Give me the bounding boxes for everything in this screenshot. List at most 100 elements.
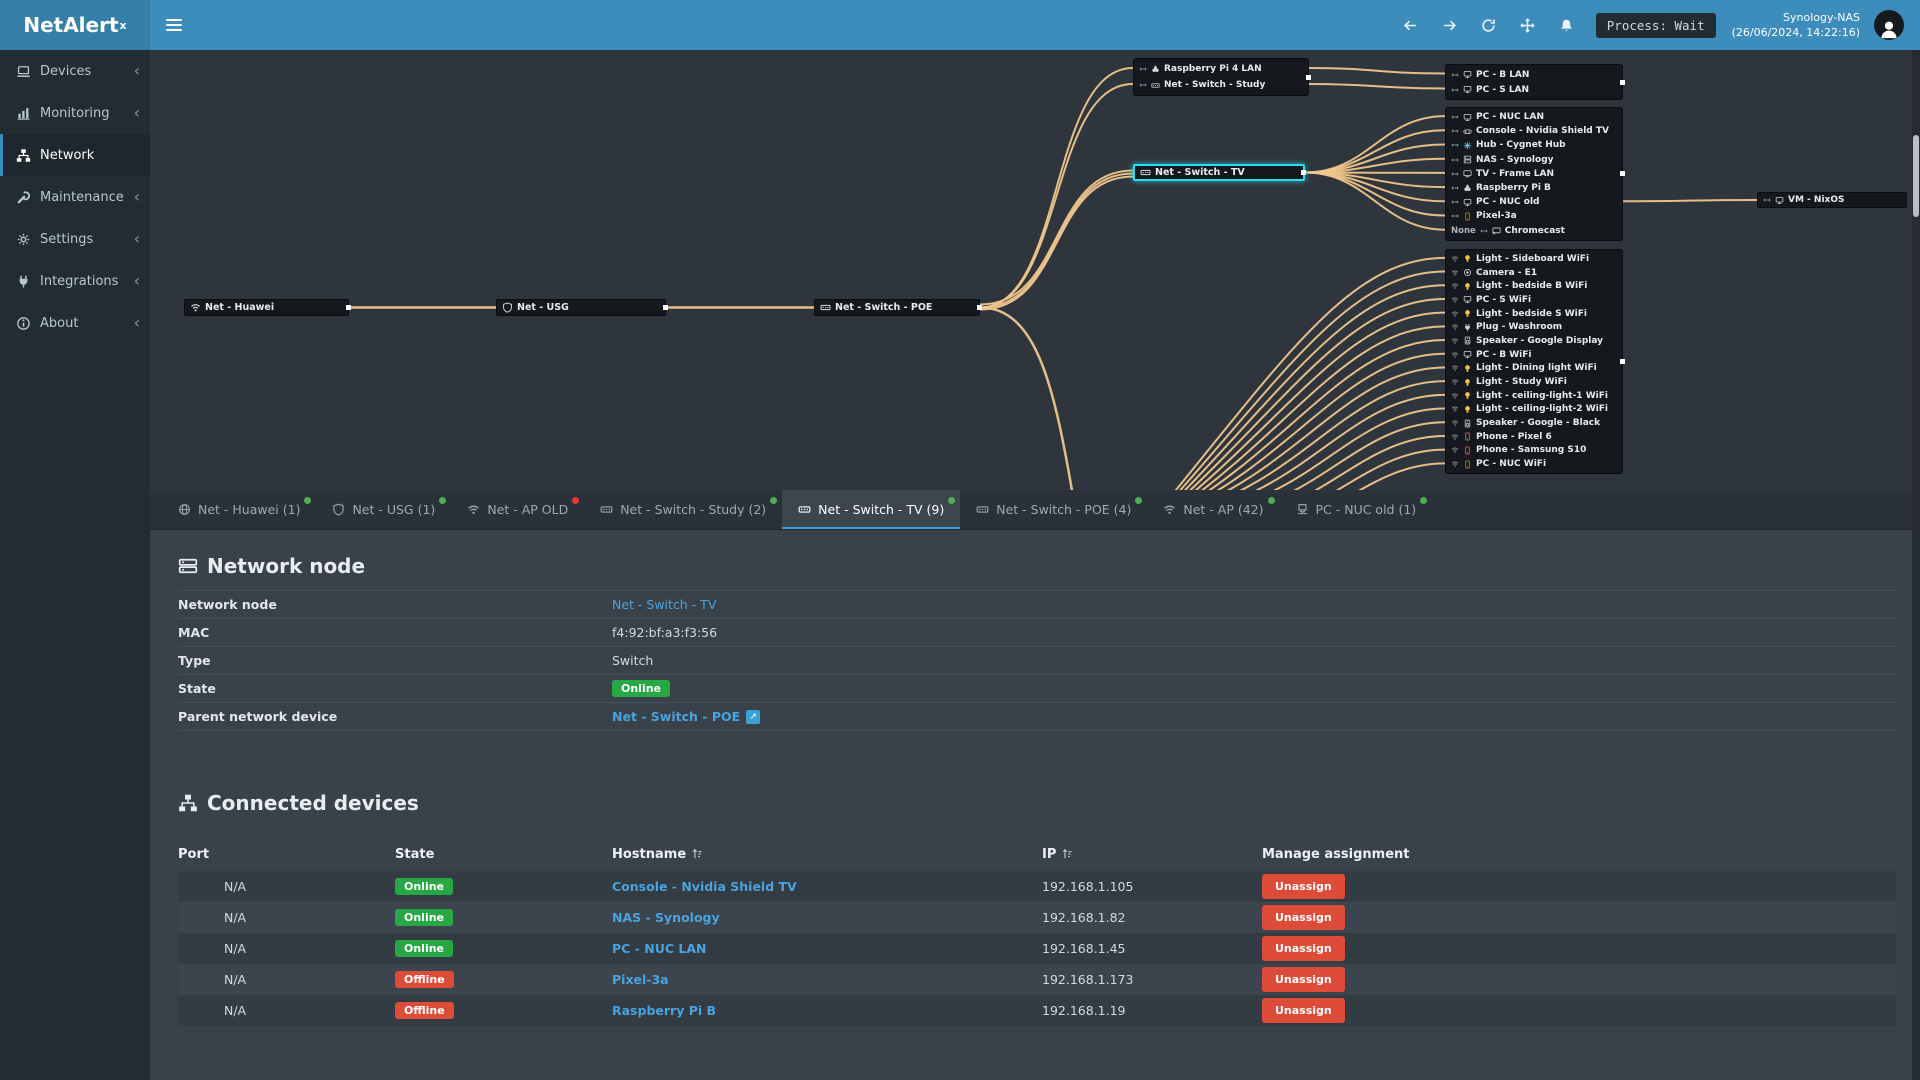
column-header-ip[interactable]: IP: [1042, 847, 1262, 862]
node-link[interactable]: Net - Switch - TV: [612, 597, 716, 612]
unassign-button[interactable]: Unassign: [1262, 905, 1345, 930]
sidebar-item-devices[interactable]: Devices ‹: [0, 50, 150, 92]
device-link[interactable]: NAS - Synology: [612, 910, 720, 925]
device-link[interactable]: PC - NUC LAN: [612, 941, 706, 956]
topology-node-light-dining-light-wifi[interactable]: Light - Dining light WiFi: [1446, 362, 1622, 376]
topology-node-light-study-wifi[interactable]: Light - Study WiFi: [1446, 375, 1622, 389]
topology-node-camera-e1[interactable]: Camera - E1: [1446, 266, 1622, 280]
sidebar-item-integrations[interactable]: Integrations ‹: [0, 260, 150, 302]
unassign-button[interactable]: Unassign: [1262, 936, 1345, 961]
tab-net-switch-poe-4[interactable]: Net - Switch - POE (4): [960, 490, 1147, 529]
app-logo[interactable]: NetAlert x: [0, 0, 150, 50]
topology-node-light-ceiling-light-2-wifi[interactable]: Light - ceiling-light-2 WiFi: [1446, 403, 1622, 417]
refresh-button[interactable]: [1481, 18, 1496, 33]
topology-node-net-switch-tv[interactable]: Net - Switch - TV: [1133, 164, 1306, 181]
table-row: N/A Online PC - NUC LAN 192.168.1.45 Unassig…: [178, 933, 1896, 964]
topology-node-raspberry-pi-b[interactable]: Raspberry Pi B: [1446, 181, 1622, 195]
node-label: Chromecast: [1504, 225, 1565, 236]
scrollbar[interactable]: [1912, 50, 1920, 1080]
scrollbar-thumb[interactable]: [1913, 135, 1919, 217]
topology-node-pc-nuc-wifi[interactable]: PC - NUC WiFi: [1446, 457, 1622, 471]
server-info: Synology-NAS (26/06/2024, 14:22:16): [1732, 10, 1860, 41]
table-row: N/A Online Console - Nvidia Shield TV 192.1…: [178, 871, 1896, 902]
sidebar-item-label: Network: [40, 147, 95, 163]
sidebar-item-network[interactable]: Network: [0, 134, 150, 176]
topology-group-tv-devices: PC - NUC LAN Console - Nvidia Shield TV Hu…: [1445, 107, 1625, 241]
bulb-icon: [1465, 378, 1470, 386]
topology-node-speaker-google-black[interactable]: Speaker - Google - Black: [1446, 416, 1622, 430]
sidebar-item-maintenance[interactable]: Maintenance ‹: [0, 176, 150, 218]
monitoring-icon: [17, 107, 30, 120]
topology-node-speaker-google-display[interactable]: Speaker - Google Display: [1446, 334, 1622, 348]
move-button[interactable]: [1520, 17, 1535, 33]
topology-node-hub-cygnet-hub[interactable]: Hub - Cygnet Hub: [1446, 138, 1622, 152]
topology-node-net-switch-study[interactable]: Net - Switch - Study: [1134, 77, 1308, 93]
device-link[interactable]: Pixel-3a: [612, 972, 669, 987]
tab-pc-nuc-old-1[interactable]: PC - NUC old (1): [1280, 490, 1433, 529]
topology-node-pixel-3a[interactable]: Pixel-3a: [1446, 209, 1622, 223]
wifi-icon: [1451, 311, 1459, 317]
topology-node-pc-nuc-lan[interactable]: PC - NUC LAN: [1446, 110, 1622, 124]
topology-links: [347, 67, 1758, 490]
cell-port: N/A: [224, 910, 247, 925]
parent-node-link[interactable]: Net - Switch - POE: [612, 709, 740, 724]
user-avatar[interactable]: [1874, 10, 1904, 40]
topology-node-chromecast[interactable]: None Chromecast: [1446, 224, 1622, 238]
column-header-hostname[interactable]: Hostname: [612, 847, 1042, 862]
status-dot: [948, 497, 956, 504]
topology-node-tv-frame-lan[interactable]: TV - Frame LAN: [1446, 167, 1622, 181]
topology-node-light-bedside-s-wifi[interactable]: Light - bedside S WiFi: [1446, 307, 1622, 321]
topology-node-light-ceiling-light-1-wifi[interactable]: Light - ceiling-light-1 WiFi: [1446, 389, 1622, 403]
tab-net-huawei-1[interactable]: Net - Huawei (1): [162, 490, 316, 529]
link-icon: [1451, 186, 1459, 190]
menu-icon[interactable]: [150, 0, 198, 50]
app-title-sup: x: [119, 18, 127, 32]
device-link[interactable]: Raspberry Pi B: [612, 1003, 716, 1018]
topology-node-phone-samsung-s10[interactable]: Phone - Samsung S10: [1446, 444, 1622, 458]
tab-label: Net - USG (1): [352, 502, 436, 517]
shield-icon: [333, 503, 345, 516]
cell-ip: 192.168.1.173: [1042, 972, 1134, 987]
topology-node-light-sideboard-wifi[interactable]: Light - Sideboard WiFi: [1446, 252, 1622, 266]
tab-net-switch-study-2[interactable]: Net - Switch - Study (2): [584, 490, 782, 529]
external-link-icon[interactable]: ↗: [746, 709, 761, 724]
topology-node-console-nvidia-shield-tv[interactable]: Console - Nvidia Shield TV: [1446, 124, 1622, 138]
topology-node-net-usg[interactable]: Net - USG: [496, 299, 668, 316]
unassign-button[interactable]: Unassign: [1262, 967, 1345, 992]
topology-node-pc-b-lan[interactable]: PC - B LAN: [1446, 67, 1622, 82]
sidebar-item-monitoring[interactable]: Monitoring ‹: [0, 92, 150, 134]
node-label: Phone - Samsung S10: [1476, 445, 1587, 456]
topology-node-raspberry-pi-4-lan[interactable]: Raspberry Pi 4 LAN: [1134, 61, 1308, 77]
nav-back-button[interactable]: [1403, 18, 1418, 33]
topology-node-plug-washroom[interactable]: Plug - Washroom: [1446, 320, 1622, 334]
unassign-button[interactable]: Unassign: [1262, 874, 1345, 899]
tab-net-ap-42[interactable]: Net - AP (42): [1147, 490, 1279, 529]
arrow-right-icon: [1443, 20, 1456, 30]
switch-icon: [820, 304, 831, 311]
sidebar-item-settings[interactable]: Settings ‹: [0, 218, 150, 260]
topology-node-pc-s-lan[interactable]: PC - S LAN: [1446, 82, 1622, 97]
state-badge: Online: [395, 878, 454, 895]
node-label: PC - B WiFi: [1476, 349, 1532, 360]
topology-node-net-huawei[interactable]: Net - Huawei: [184, 299, 351, 316]
unassign-button[interactable]: Unassign: [1262, 998, 1345, 1023]
topology-node-phone-pixel-6[interactable]: Phone - Pixel 6: [1446, 430, 1622, 444]
nav-forward-button[interactable]: [1442, 18, 1457, 33]
topology-node-pc-b-wifi[interactable]: PC - B WiFi: [1446, 348, 1622, 362]
topology-node-nas-synology[interactable]: NAS - Synology: [1446, 153, 1622, 167]
notifications-button[interactable]: [1559, 18, 1574, 33]
topology-node-net-switch-poe[interactable]: Net - Switch - POE: [814, 299, 982, 316]
topology-node-vm-nixos[interactable]: VM - NixOS: [1757, 192, 1907, 208]
device-link[interactable]: Console - Nvidia Shield TV: [612, 879, 797, 894]
sidebar-item-about[interactable]: About ‹: [0, 302, 150, 344]
sitemap-icon: [179, 794, 197, 812]
topology-node-light-bedside-b-wifi[interactable]: Light - bedside B WiFi: [1446, 279, 1622, 293]
tab-net-ap-old[interactable]: Net - AP OLD: [451, 490, 584, 529]
tab-net-usg-1[interactable]: Net - USG (1): [316, 490, 451, 529]
process-status[interactable]: Process: Wait: [1595, 12, 1716, 38]
maintenance-icon: [17, 190, 31, 203]
topology-node-pc-nuc-old[interactable]: PC - NUC old: [1446, 195, 1622, 209]
cell-port: N/A: [224, 1003, 247, 1018]
tab-net-switch-tv-9[interactable]: Net - Switch - TV (9): [782, 490, 961, 529]
topology-node-pc-s-wifi[interactable]: PC - S WiFi: [1446, 293, 1622, 307]
